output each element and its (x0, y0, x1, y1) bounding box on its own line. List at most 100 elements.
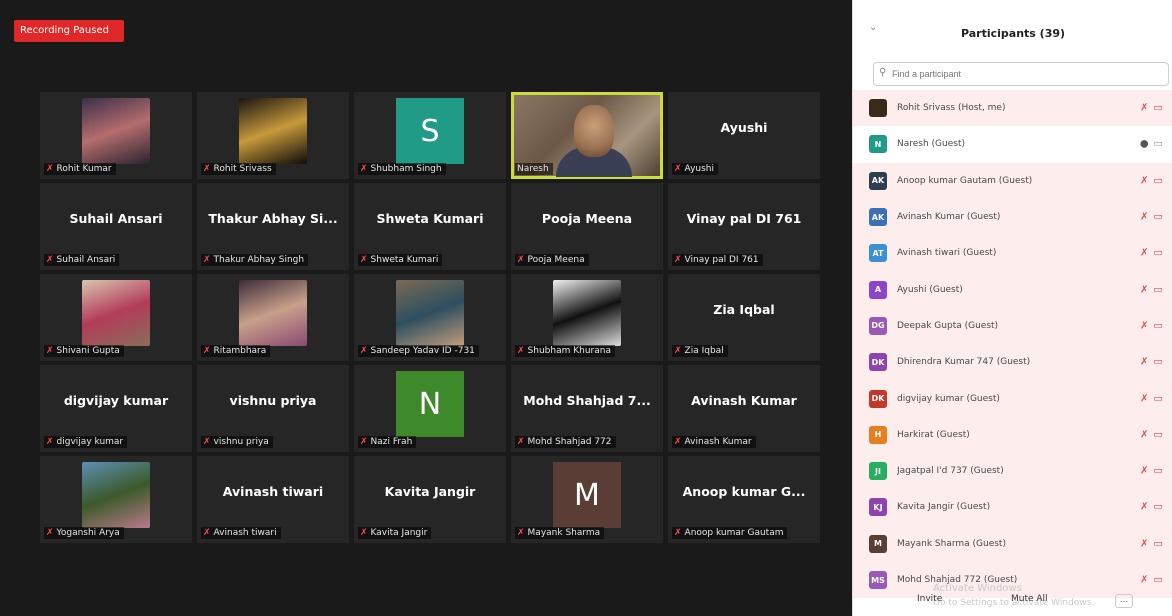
participant-row[interactable]: N Naresh (Guest) ● ▭ (853, 126, 1172, 162)
video-tile[interactable]: M ✗ Mayank Sharma (511, 456, 663, 543)
tile-label-text: Shubham Khurana (527, 346, 611, 356)
camera-off-icon[interactable]: ▭ (1154, 393, 1163, 404)
tile-name-label: ✗ vishnu priya (201, 436, 273, 448)
camera-off-icon[interactable]: ▭ (1154, 357, 1163, 368)
video-tile[interactable]: Vinay pal DI 761 ✗ Vinay pal DI 761 (668, 183, 820, 270)
mic-icon[interactable]: ● (1140, 139, 1149, 150)
mic-muted-icon: ✗ (46, 346, 54, 356)
video-tile[interactable]: ✗ Shivani Gupta (40, 274, 192, 361)
participant-avatar: N (869, 135, 887, 154)
participant-row[interactable]: AK Avinash Kumar (Guest) ✗ ▭ (853, 198, 1172, 236)
participant-row[interactable]: AT Avinash tiwari (Guest) ✗ ▭ (853, 235, 1172, 272)
participant-status-icons: ✗ ▭ (1140, 575, 1163, 586)
mic-muted-icon[interactable]: ✗ (1140, 284, 1148, 295)
tile-display-name: digvijay kumar (63, 393, 169, 408)
participant-search-input[interactable] (873, 62, 1169, 86)
mic-muted-icon: ✗ (674, 437, 682, 447)
tile-name-label: ✗ Rohit Srivass (201, 163, 276, 175)
camera-off-icon[interactable]: ▭ (1154, 175, 1163, 186)
video-tile[interactable]: S ✗ Shubham Singh (354, 92, 506, 179)
video-tile[interactable]: ✗ Ritambhara (197, 274, 349, 361)
participant-row[interactable]: H Harkirat (Guest) ✗ ▭ (853, 416, 1172, 453)
video-tile[interactable]: ✗ Sandeep Yadav ID -731 (354, 274, 506, 361)
mic-muted-icon[interactable]: ✗ (1140, 357, 1148, 368)
video-tile[interactable]: Suhail Ansari ✗ Suhail Ansari (40, 183, 192, 270)
video-tile[interactable]: Shweta Kumari ✗ Shweta Kumari (354, 183, 506, 270)
participant-row[interactable]: AK Anoop kumar Gautam (Guest) ✗ ▭ (853, 162, 1172, 199)
camera-off-icon[interactable]: ▭ (1154, 320, 1163, 331)
mic-muted-icon: ✗ (517, 437, 525, 447)
camera-off-icon[interactable]: ▭ (1154, 284, 1163, 295)
video-tile[interactable]: ✗ Shubham Khurana (511, 274, 663, 361)
tile-display-name: Kavita Jangir (384, 484, 476, 499)
recording-status-badge[interactable]: Recording Paused (14, 20, 124, 42)
video-tile[interactable]: Thakur Abhay Si... ✗ Thakur Abhay Singh (197, 183, 349, 270)
participant-row[interactable]: DK Dhirendra Kumar 747 (Guest) ✗ ▭ (853, 344, 1172, 381)
mic-muted-icon[interactable]: ✗ (1140, 175, 1148, 186)
camera-off-icon[interactable]: ▭ (1154, 429, 1163, 440)
mic-muted-icon[interactable]: ✗ (1140, 320, 1148, 331)
camera-icon[interactable]: ▭ (1154, 139, 1163, 150)
camera-off-icon[interactable]: ▭ (1154, 248, 1163, 259)
participant-avatar: DK (869, 389, 887, 408)
video-tile[interactable]: Avinash tiwari ✗ Avinash tiwari (197, 456, 349, 543)
invite-button[interactable]: Invite (917, 594, 942, 604)
camera-off-icon[interactable]: ▭ (1154, 466, 1163, 477)
tile-display-name: Zia Iqbal (713, 302, 775, 317)
video-tile[interactable]: ✗ Rohit Srivass (197, 92, 349, 179)
camera-off-icon[interactable]: ▭ (1154, 575, 1163, 586)
video-tile[interactable]: Anoop kumar G... ✗ Anoop kumar Gautam (668, 456, 820, 543)
participant-row[interactable]: KJ Kavita Jangir (Guest) ✗ ▭ (853, 489, 1172, 526)
participant-avatar: DK (869, 353, 887, 372)
video-tile[interactable]: N ✗ Nazi Frah (354, 365, 506, 452)
activation-watermark: Activate Windows (933, 583, 1022, 594)
video-tile[interactable]: Avinash Kumar ✗ Avinash Kumar (668, 365, 820, 452)
camera-off-icon[interactable]: ▭ (1154, 212, 1163, 223)
participant-row[interactable]: DG Deepak Gupta (Guest) ✗ ▭ (853, 307, 1172, 345)
video-tile[interactable]: vishnu priya ✗ vishnu priya (197, 365, 349, 452)
participant-name: Deepak Gupta (Guest) (897, 320, 999, 331)
mic-muted-icon[interactable]: ✗ (1140, 103, 1148, 114)
more-options-button[interactable]: ... (1115, 594, 1133, 608)
mic-muted-icon[interactable]: ✗ (1140, 429, 1148, 440)
tile-label-text: Pooja Meena (527, 255, 585, 265)
participant-status-icons: ✗ ▭ (1140, 393, 1163, 404)
participant-row[interactable]: Rohit Srivass (Host, me) ✗ ▭ (853, 90, 1172, 127)
video-tile[interactable]: Ayushi ✗ Ayushi (668, 92, 820, 179)
search-icon: ⚲ (879, 67, 887, 78)
mic-muted-icon[interactable]: ✗ (1140, 466, 1148, 477)
participant-name: Harkirat (Guest) (897, 429, 970, 440)
tile-display-name: Pooja Meena (541, 211, 633, 226)
tile-label-text: Thakur Abhay Singh (213, 255, 305, 265)
video-tile[interactable]: ✗ Rohit Kumar (40, 92, 192, 179)
mic-muted-icon[interactable]: ✗ (1140, 575, 1148, 586)
participant-row[interactable]: A Ayushi (Guest) ✗ ▭ (853, 271, 1172, 308)
camera-off-icon[interactable]: ▭ (1154, 538, 1163, 549)
mic-muted-icon[interactable]: ✗ (1140, 538, 1148, 549)
participant-row[interactable]: DK digvijay kumar (Guest) ✗ ▭ (853, 380, 1172, 417)
participant-row[interactable]: M Mayank Sharma (Guest) ✗ ▭ (853, 525, 1172, 562)
camera-off-icon[interactable]: ▭ (1154, 502, 1163, 513)
mic-muted-icon[interactable]: ✗ (1140, 212, 1148, 223)
video-tile[interactable]: digvijay kumar ✗ digvijay kumar (40, 365, 192, 452)
mic-muted-icon: ✗ (203, 164, 211, 174)
participant-status-icons: ✗ ▭ (1140, 320, 1163, 331)
mic-muted-icon[interactable]: ✗ (1140, 248, 1148, 259)
tile-label-text: Mayank Sharma (527, 528, 601, 538)
video-tile[interactable]: Kavita Jangir ✗ Kavita Jangir (354, 456, 506, 543)
mic-muted-icon: ✗ (674, 255, 682, 265)
video-tile[interactable]: Pooja Meena ✗ Pooja Meena (511, 183, 663, 270)
profile-photo (239, 98, 307, 164)
mic-muted-icon[interactable]: ✗ (1140, 502, 1148, 513)
panel-header: ⌄ Participants (39) (853, 0, 1172, 58)
mic-muted-icon[interactable]: ✗ (1140, 393, 1148, 404)
mic-muted-icon: ✗ (360, 437, 368, 447)
tile-label-text: Ayushi (684, 164, 715, 174)
mute-all-button[interactable]: Mute All (1011, 594, 1048, 604)
video-tile[interactable]: Mohd Shahjad 7... ✗ Mohd Shahjad 772 (511, 365, 663, 452)
video-tile[interactable]: Naresh (511, 92, 663, 179)
participant-row[interactable]: JI Jagatpal I'd 737 (Guest) ✗ ▭ (853, 452, 1172, 490)
video-tile[interactable]: Zia Iqbal ✗ Zia Iqbal (668, 274, 820, 361)
video-tile[interactable]: ✗ Yoganshi Arya (40, 456, 192, 543)
camera-off-icon[interactable]: ▭ (1154, 103, 1163, 114)
